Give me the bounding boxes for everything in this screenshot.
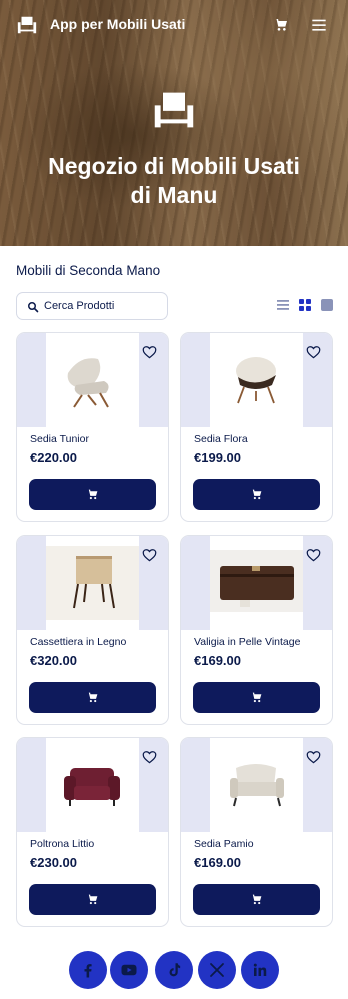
- product-card[interactable]: Sedia Tunior €220.00: [16, 332, 169, 522]
- product-photo: [46, 333, 139, 427]
- product-name: Cassettiera in Legno: [30, 636, 127, 648]
- product-name: Sedia Flora: [194, 433, 248, 445]
- section-title: Mobili di Seconda Mano: [16, 263, 161, 278]
- x-icon: [210, 963, 224, 977]
- hero-title: Negozio di Mobili Usati di Manu: [48, 153, 300, 208]
- add-to-cart-button[interactable]: [29, 479, 156, 510]
- youtube-link[interactable]: [110, 951, 148, 989]
- search-box: [16, 292, 168, 320]
- product-price: €320.00: [30, 653, 77, 668]
- product-price: €169.00: [194, 855, 241, 870]
- youtube-icon: [121, 964, 137, 976]
- product-photo: [210, 536, 303, 630]
- linkedin-link[interactable]: [241, 951, 279, 989]
- product-price: €230.00: [30, 855, 77, 870]
- favorite-heart-icon[interactable]: [142, 548, 157, 562]
- product-card[interactable]: Cassettiera in Legno €320.00: [16, 535, 169, 725]
- armchair-icon: [154, 92, 194, 128]
- facebook-link[interactable]: [69, 951, 107, 989]
- product-photo: [210, 738, 303, 832]
- cart-icon: [251, 692, 262, 703]
- search-icon: [28, 302, 39, 313]
- favorite-heart-icon[interactable]: [306, 548, 321, 562]
- favorite-heart-icon[interactable]: [306, 345, 321, 359]
- armchair-icon[interactable]: [16, 14, 38, 36]
- product-price: €199.00: [194, 450, 241, 465]
- cart-icon: [87, 692, 98, 703]
- favorite-heart-icon[interactable]: [142, 750, 157, 764]
- search-input[interactable]: [44, 297, 162, 315]
- cart-icon: [87, 489, 98, 500]
- product-card[interactable]: Sedia Pamio €169.00: [180, 737, 333, 927]
- tiktok-icon: [169, 963, 181, 977]
- add-to-cart-button[interactable]: [193, 479, 320, 510]
- cart-icon: [251, 894, 262, 905]
- grid-view-icon[interactable]: [299, 299, 311, 311]
- favorite-heart-icon[interactable]: [142, 345, 157, 359]
- favorite-heart-icon[interactable]: [306, 750, 321, 764]
- cart-icon: [87, 894, 98, 905]
- list-view-icon[interactable]: [277, 299, 289, 311]
- cart-icon[interactable]: [273, 17, 289, 33]
- product-photo: [46, 738, 139, 832]
- top-bar: App per Mobili Usati: [0, 0, 348, 50]
- product-name: Sedia Pamio: [194, 838, 254, 850]
- product-card[interactable]: Valigia in Pelle Vintage €169.00: [180, 535, 333, 725]
- facebook-icon: [84, 964, 92, 978]
- single-view-icon[interactable]: [321, 299, 333, 311]
- linkedin-icon: [253, 963, 267, 976]
- tiktok-link[interactable]: [155, 951, 193, 989]
- add-to-cart-button[interactable]: [29, 682, 156, 713]
- product-card[interactable]: Poltrona Littio €230.00: [16, 737, 169, 927]
- x-link[interactable]: [198, 951, 236, 989]
- product-photo: [210, 333, 303, 427]
- product-price: €169.00: [194, 653, 241, 668]
- app-title: App per Mobili Usati: [50, 16, 186, 32]
- hamburger-menu-icon[interactable]: [311, 17, 327, 33]
- add-to-cart-button[interactable]: [29, 884, 156, 915]
- product-name: Sedia Tunior: [30, 433, 89, 445]
- product-card[interactable]: Sedia Flora €199.00: [180, 332, 333, 522]
- product-name: Poltrona Littio: [30, 838, 95, 850]
- add-to-cart-button[interactable]: [193, 682, 320, 713]
- cart-icon: [251, 489, 262, 500]
- product-name: Valigia in Pelle Vintage: [194, 636, 301, 648]
- product-photo: [46, 536, 139, 630]
- add-to-cart-button[interactable]: [193, 884, 320, 915]
- product-price: €220.00: [30, 450, 77, 465]
